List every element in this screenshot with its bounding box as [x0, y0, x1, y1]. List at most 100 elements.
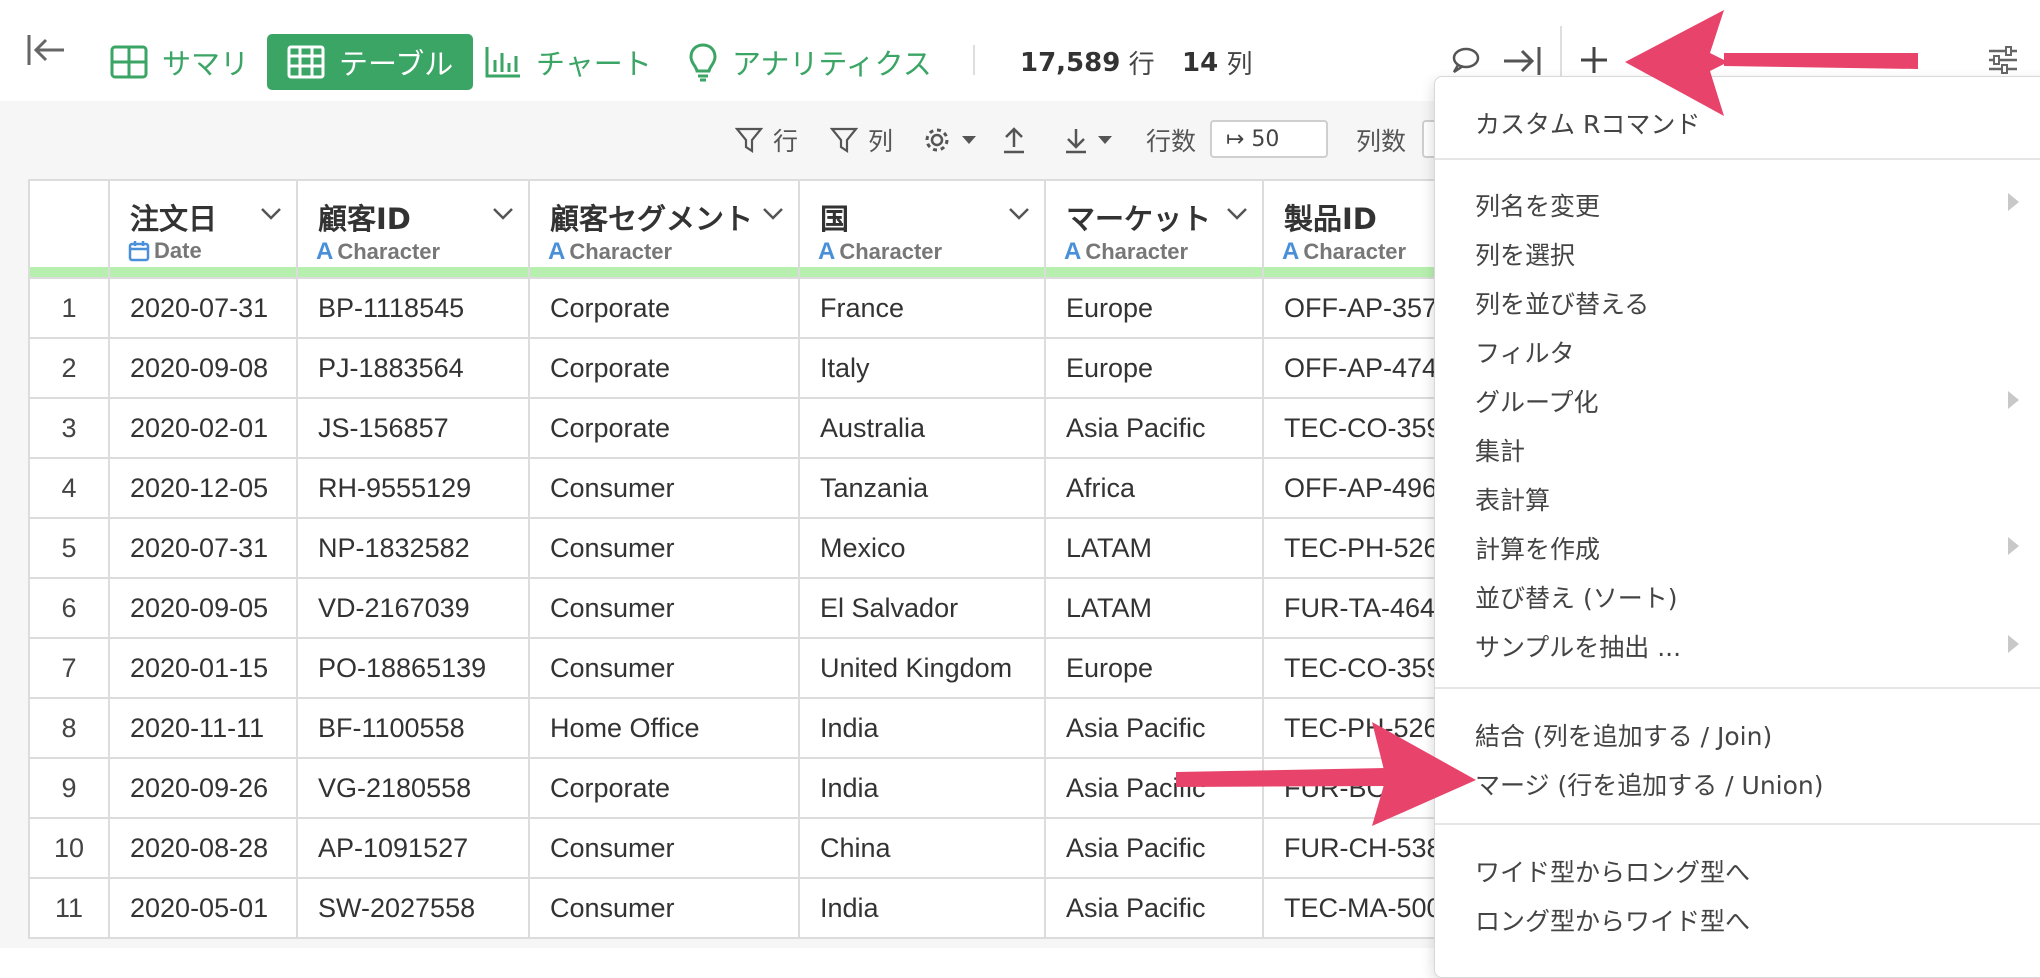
table-cell[interactable]: 2020-11-11: [108, 697, 298, 759]
table-cell[interactable]: LATAM: [1044, 577, 1264, 639]
table-cell[interactable]: France: [798, 277, 1046, 339]
chevron-down-icon[interactable]: [762, 207, 784, 221]
expand-right-icon[interactable]: [1502, 44, 1542, 78]
menu-item-sample[interactable]: サンプルを抽出 ...: [1475, 628, 1681, 664]
add-step-plus-icon[interactable]: [1578, 44, 1610, 76]
table-cell[interactable]: FUR-BO-: [1262, 757, 1464, 819]
table-cell[interactable]: Africa: [1044, 457, 1264, 519]
menu-item-long-to-wide[interactable]: ロング型からワイド型へ: [1475, 902, 1750, 938]
table-cell[interactable]: Home Office: [528, 697, 800, 759]
upload-icon[interactable]: [1002, 101, 1026, 179]
menu-item-select-columns[interactable]: 列を選択: [1475, 236, 1575, 272]
table-cell[interactable]: Corporate: [528, 337, 800, 399]
menu-item-table-calculation[interactable]: 表計算: [1475, 481, 1550, 517]
table-cell[interactable]: Asia Pacific: [1044, 697, 1264, 759]
table-cell[interactable]: OFF-AP-496: [1262, 457, 1464, 519]
table-cell[interactable]: Consumer: [528, 817, 800, 879]
table-cell[interactable]: Asia Pacific: [1044, 757, 1264, 819]
table-cell[interactable]: 2020-09-26: [108, 757, 298, 819]
table-cell[interactable]: El Salvador: [798, 577, 1046, 639]
table-cell[interactable]: Corporate: [528, 277, 800, 339]
table-cell[interactable]: 2020-01-15: [108, 637, 298, 699]
chevron-down-icon[interactable]: [260, 207, 282, 221]
table-cell[interactable]: Tanzania: [798, 457, 1046, 519]
menu-item-merge-union[interactable]: マージ (行を追加する / Union): [1475, 766, 1824, 802]
table-cell[interactable]: TEC-MA-500: [1262, 877, 1464, 939]
column-header[interactable]: 国 A Character: [798, 179, 1046, 279]
table-cell[interactable]: Europe: [1044, 337, 1264, 399]
table-cell[interactable]: Consumer: [528, 577, 800, 639]
table-cell[interactable]: China: [798, 817, 1046, 879]
table-cell[interactable]: Australia: [798, 397, 1046, 459]
table-cell[interactable]: India: [798, 877, 1046, 939]
column-header[interactable]: 顧客ID A Character: [296, 179, 530, 279]
table-settings-button[interactable]: [922, 101, 976, 179]
table-cell[interactable]: India: [798, 757, 1046, 819]
table-cell[interactable]: Corporate: [528, 757, 800, 819]
table-cell[interactable]: OFF-AP-474: [1262, 337, 1464, 399]
table-cell[interactable]: 2020-07-31: [108, 277, 298, 339]
menu-item-create-calculation[interactable]: 計算を作成: [1475, 530, 1600, 566]
table-row[interactable]: 4 2020-12-05 RH-9555129 Consumer Tanzania Afr…: [28, 457, 1464, 519]
table-cell[interactable]: Consumer: [528, 457, 800, 519]
table-cell[interactable]: BF-1100558: [296, 697, 530, 759]
table-cell[interactable]: Asia Pacific: [1044, 817, 1264, 879]
table-row[interactable]: 5 2020-07-31 NP-1832582 Consumer Mexico LATAM…: [28, 517, 1464, 579]
table-cell[interactable]: Mexico: [798, 517, 1046, 579]
menu-item-reorder-columns[interactable]: 列を並び替える: [1475, 285, 1649, 321]
table-cell[interactable]: Corporate: [528, 397, 800, 459]
settings-sliders-icon[interactable]: [1986, 44, 2020, 76]
menu-item-wide-to-long[interactable]: ワイド型からロング型へ: [1475, 853, 1750, 889]
menu-item-group-by[interactable]: グループ化: [1475, 383, 1599, 419]
row-filter-button[interactable]: 行: [735, 101, 798, 179]
tab-table[interactable]: テーブル: [267, 34, 474, 90]
table-cell[interactable]: BP-1118545: [296, 277, 530, 339]
table-row[interactable]: 10 2020-08-28 AP-1091527 Consumer China Asia …: [28, 817, 1464, 879]
table-cell[interactable]: PO-18865139: [296, 637, 530, 699]
table-cell[interactable]: OFF-AP-357: [1262, 277, 1464, 339]
table-cell[interactable]: SW-2027558: [296, 877, 530, 939]
table-row[interactable]: 7 2020-01-15 PO-18865139 Consumer United Kin…: [28, 637, 1464, 699]
table-cell[interactable]: PJ-1883564: [296, 337, 530, 399]
table-row[interactable]: 3 2020-02-01 JS-156857 Corporate Australia As…: [28, 397, 1464, 459]
table-cell[interactable]: TEC-PH-526: [1262, 517, 1464, 579]
column-header[interactable]: マーケット A Character: [1044, 179, 1264, 279]
collapse-left-icon[interactable]: [26, 28, 66, 72]
table-cell[interactable]: 2020-12-05: [108, 457, 298, 519]
menu-item-rename-columns[interactable]: 列名を変更: [1475, 187, 2019, 223]
rows-per-page-input[interactable]: ↦ 50: [1210, 120, 1328, 158]
table-cell[interactable]: FUR-TA-464: [1262, 577, 1464, 639]
table-row[interactable]: 6 2020-09-05 VD-2167039 Consumer El Salvador…: [28, 577, 1464, 639]
tab-chart[interactable]: チャート: [468, 34, 668, 90]
table-cell[interactable]: FUR-CH-538: [1262, 817, 1464, 879]
table-cell[interactable]: RH-9555129: [296, 457, 530, 519]
table-cell[interactable]: 2020-09-05: [108, 577, 298, 639]
table-cell[interactable]: Europe: [1044, 277, 1264, 339]
table-row[interactable]: 8 2020-11-11 BF-1100558 Home Office India Asi…: [28, 697, 1464, 759]
tab-analytics[interactable]: アナリティクス: [672, 34, 948, 90]
table-cell[interactable]: Asia Pacific: [1044, 877, 1264, 939]
table-cell[interactable]: Consumer: [528, 517, 800, 579]
table-row[interactable]: 2 2020-09-08 PJ-1883564 Corporate Italy Europ…: [28, 337, 1464, 399]
table-cell[interactable]: 2020-07-31: [108, 517, 298, 579]
menu-item-custom-r-command[interactable]: カスタム Rコマンド: [1475, 105, 1700, 141]
menu-item-sort[interactable]: 並び替え (ソート): [1475, 579, 1677, 615]
table-cell[interactable]: Europe: [1044, 637, 1264, 699]
table-cell[interactable]: United Kingdom: [798, 637, 1046, 699]
table-cell[interactable]: VD-2167039: [296, 577, 530, 639]
table-cell[interactable]: LATAM: [1044, 517, 1264, 579]
table-cell[interactable]: 2020-09-08: [108, 337, 298, 399]
table-cell[interactable]: Consumer: [528, 877, 800, 939]
table-cell[interactable]: India: [798, 697, 1046, 759]
table-cell[interactable]: VG-2180558: [296, 757, 530, 819]
download-button[interactable]: [1064, 101, 1112, 179]
chevron-down-icon[interactable]: [492, 207, 514, 221]
column-filter-button[interactable]: 列: [830, 101, 893, 179]
menu-item-summarize[interactable]: 集計: [1475, 432, 1525, 468]
table-cell[interactable]: TEC-CO-359: [1262, 397, 1464, 459]
table-cell[interactable]: AP-1091527: [296, 817, 530, 879]
column-header[interactable]: 製品ID A Character: [1262, 179, 1464, 279]
table-cell[interactable]: NP-1832582: [296, 517, 530, 579]
tab-summary[interactable]: サマリ: [94, 34, 265, 90]
table-cell[interactable]: Asia Pacific: [1044, 397, 1264, 459]
